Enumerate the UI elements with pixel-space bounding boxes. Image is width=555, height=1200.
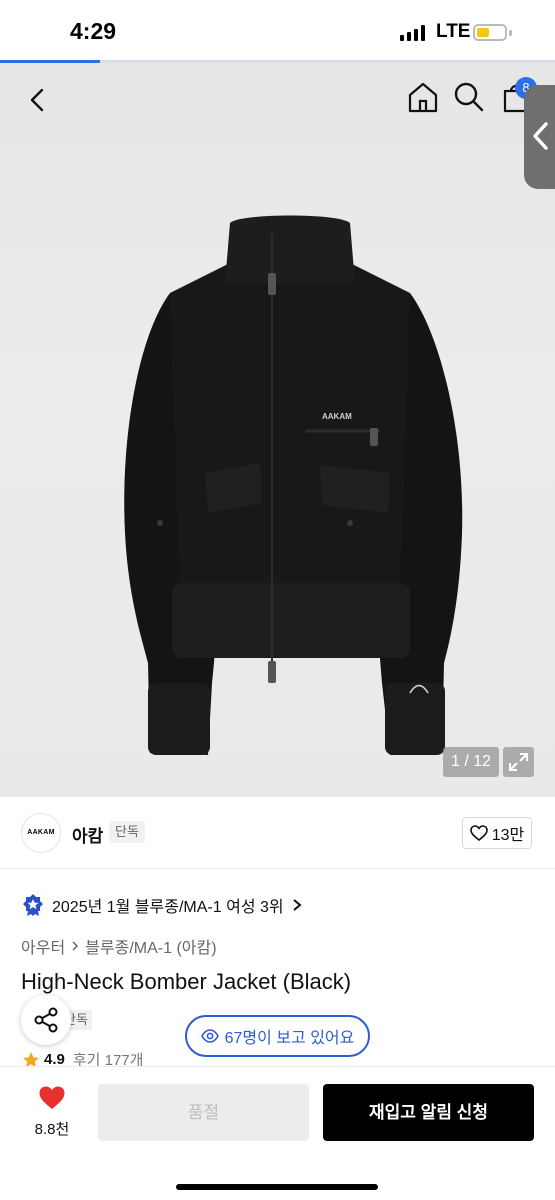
logo-print: AAKAM — [322, 412, 352, 421]
image-counter: 1 / 12 — [443, 747, 499, 777]
breadcrumb-category[interactable]: 아우터 — [21, 934, 65, 958]
battery-icon — [473, 24, 507, 41]
soldout-button: 품절 — [98, 1084, 309, 1141]
chevron-right-icon — [292, 899, 302, 911]
ranking-link[interactable]: 2025년 1월 블루종/MA-1 여성 3위 — [22, 891, 302, 919]
search-icon[interactable] — [452, 80, 486, 114]
product-title: High-Neck Bomber Jacket (Black) — [21, 969, 352, 994]
product-image: AAKAM — [124, 215, 463, 755]
side-panel-handle[interactable] — [524, 85, 555, 189]
network-type: LTE — [436, 21, 471, 42]
battery-tip — [509, 30, 512, 36]
status-bar: 4:29 LTE — [0, 0, 555, 62]
restock-alert-button[interactable]: 재입고 알림 신청 — [323, 1084, 534, 1141]
brand-row: AAKAM 아캄 단독 13만 — [0, 797, 555, 869]
clock: 4:29 — [70, 18, 117, 44]
breadcrumb-subcategory[interactable]: 블루종/MA-1 (아캄) — [85, 934, 216, 958]
heart-filled-icon — [39, 1086, 65, 1109]
brand-logo[interactable]: AAKAM — [21, 813, 61, 853]
heart-outline-icon — [469, 825, 488, 841]
eye-icon — [200, 1029, 219, 1043]
bottom-action-bar: 8.8천 품절 재입고 알림 신청 — [0, 1066, 555, 1200]
back-icon[interactable] — [22, 83, 56, 117]
brand-like-button[interactable]: 13만 — [462, 817, 532, 849]
ranking-medal-icon — [23, 894, 43, 916]
home-icon[interactable] — [406, 80, 440, 114]
live-viewers-text: 67명이 보고 있어요 — [224, 1030, 355, 1047]
chevron-left-icon — [533, 122, 548, 150]
signal-icon — [400, 25, 425, 41]
expand-icon — [509, 753, 528, 771]
exclusive-badge: 단독 — [109, 821, 145, 843]
ranking-text: 2025년 1월 블루종/MA-1 여성 3위 — [52, 899, 284, 916]
wishlist-button[interactable]: 8.8천 — [28, 1085, 76, 1139]
breadcrumb-separator-icon — [72, 941, 79, 951]
home-indicator[interactable] — [176, 1184, 378, 1190]
brand-name[interactable]: 아캄 — [72, 822, 103, 847]
expand-button[interactable] — [503, 747, 534, 777]
share-button[interactable] — [21, 995, 71, 1045]
product-image-gallery[interactable]: 8 AAKAM 1 / 12 — [0, 63, 555, 797]
wishlist-count: 8.8천 — [34, 1121, 70, 1138]
live-viewers-pill: 67명이 보고 있어요 — [185, 1015, 370, 1057]
share-icon — [34, 1007, 58, 1033]
brand-like-count: 13만 — [491, 827, 525, 844]
breadcrumb: 아우터 블루종/MA-1 (아캄) — [21, 934, 217, 958]
